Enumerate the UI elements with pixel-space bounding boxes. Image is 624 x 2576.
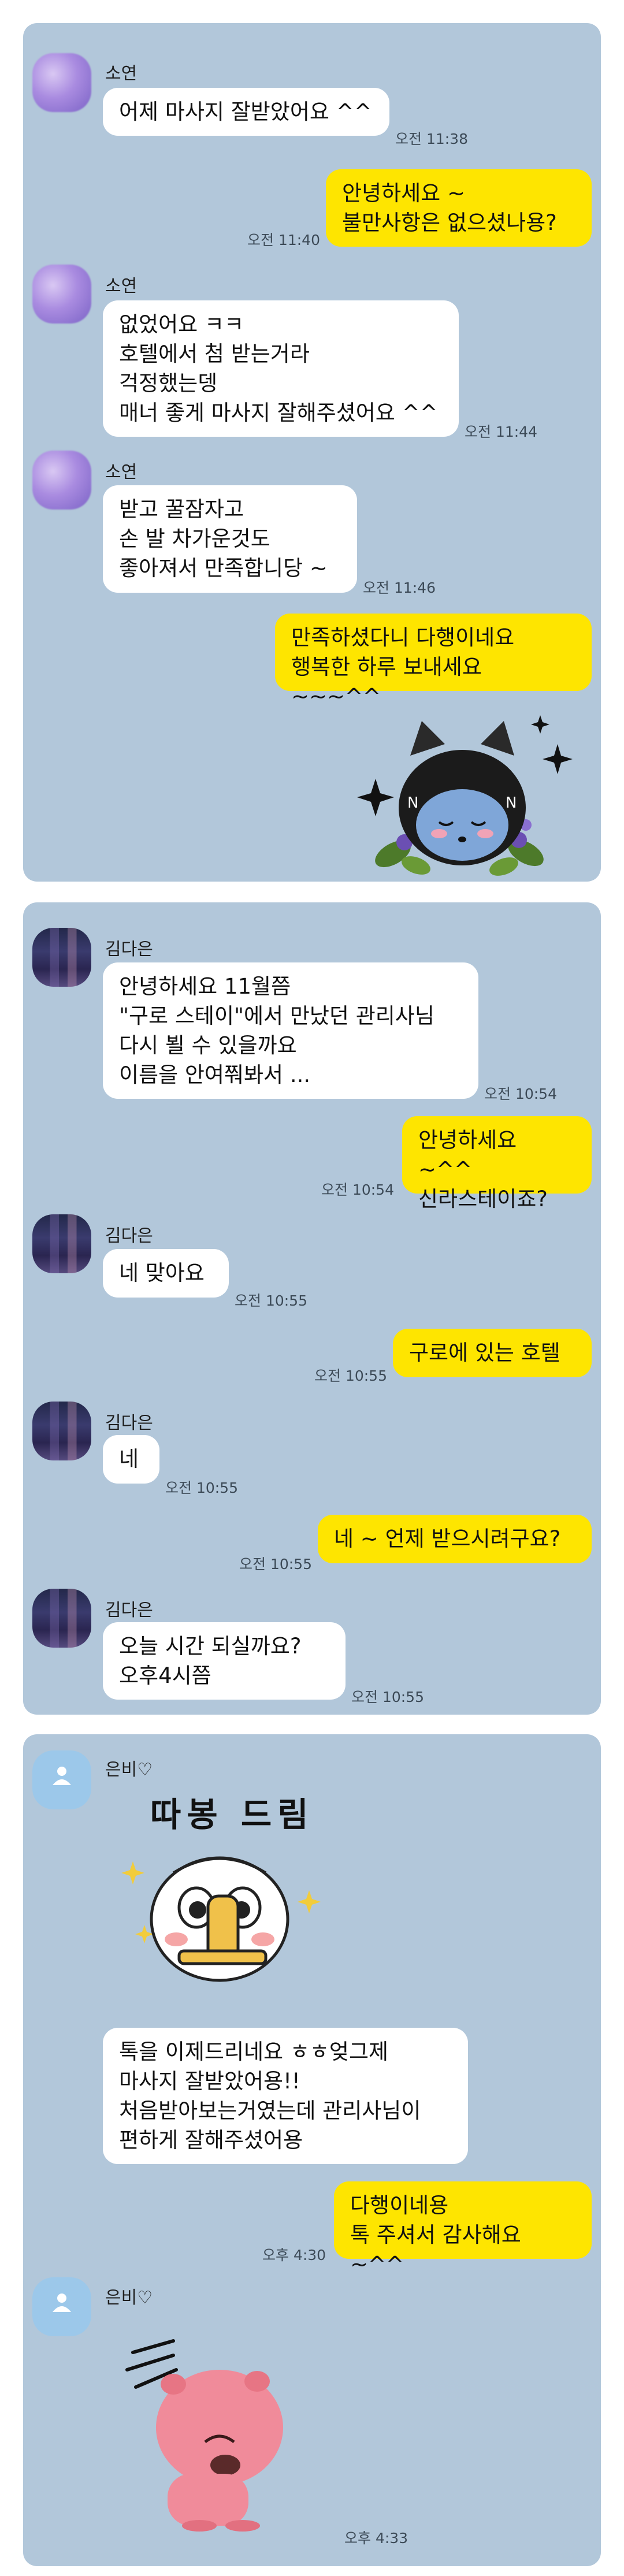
message-time: 오전 11:38 xyxy=(395,131,468,147)
message-bubble-incoming[interactable]: 받고 꿀잠자고 손 발 차가운것도 좋아져서 만족합니당 ~ xyxy=(103,485,357,593)
profile-avatar[interactable] xyxy=(32,265,91,324)
profile-avatar[interactable] xyxy=(32,1589,91,1648)
profile-avatar[interactable] xyxy=(32,1750,91,1809)
message-time: 오전 10:55 xyxy=(351,1689,424,1705)
sender-name: 소연 xyxy=(105,462,138,482)
message-time: 오후 4:30 xyxy=(262,2247,326,2263)
sender-name: 소연 xyxy=(105,64,138,84)
message-bubble-incoming[interactable]: 어제 마사지 잘받았어요 ^^ xyxy=(103,88,389,136)
message-time: 오전 10:55 xyxy=(165,1480,238,1496)
svg-text:N: N xyxy=(506,794,517,812)
message-time: 오전 11:46 xyxy=(363,579,436,596)
chat-panel-2: 김다은 안녕하세요 11월쯤 "구로 스테이"에서 만났던 관리사님 다시 뵐 … xyxy=(23,902,601,1715)
sender-name: 은비♡ xyxy=(105,1760,153,1780)
message-time: 오전 10:55 xyxy=(239,1556,312,1573)
beaver-icon xyxy=(156,2370,283,2532)
message-bubble-outgoing[interactable]: 안녕하세요 ~^^ 신라스테이죠? xyxy=(402,1116,592,1211)
sender-name: 김다은 xyxy=(105,1600,153,1620)
message-time: 오전 11:44 xyxy=(465,423,537,440)
person-icon xyxy=(53,1767,71,1785)
message-bubble-outgoing[interactable]: 다행이네용 톡 주셔서 감사해요 ~^^ xyxy=(334,2181,592,2277)
message-bubble-outgoing[interactable]: 네 ~ 언제 받으시려구요? xyxy=(318,1515,592,1563)
message-time: 오전 10:55 xyxy=(235,1292,307,1309)
message-time: 오전 10:54 xyxy=(321,1181,394,1198)
profile-avatar[interactable] xyxy=(32,928,91,987)
sender-name: 김다은 xyxy=(105,1226,153,1246)
message-bubble-incoming[interactable]: 네 맞아요 xyxy=(103,1249,229,1298)
sparkle-cat-sticker[interactable]: N N xyxy=(352,709,589,882)
cat-face-icon: N N xyxy=(399,721,526,865)
message-time: 오전 10:54 xyxy=(484,1086,557,1102)
message-bubble-incoming[interactable]: 톡을 이제드리네요 ㅎㅎ엊그제 마사지 잘받았어용!! 처음받아보는거였는데 관… xyxy=(103,2028,468,2164)
message-bubble-incoming[interactable]: 오늘 시간 되실까요? 오후4시쯤 xyxy=(103,1622,346,1700)
message-bubble-incoming[interactable]: 없었어요 ㅋㅋ 호텔에서 첨 받는거라 걱정했는뎅 매너 좋게 마사지 잘해주셨… xyxy=(103,300,459,437)
message-time: 오전 11:40 xyxy=(247,232,320,248)
message-time: 오후 4:33 xyxy=(344,2530,408,2547)
person-icon xyxy=(53,2294,71,2312)
sender-name: 김다은 xyxy=(105,1413,153,1433)
message-bubble-incoming[interactable]: 네 xyxy=(103,1435,159,1484)
sender-name: 소연 xyxy=(105,276,138,296)
sender-name: 은비♡ xyxy=(105,2288,153,2308)
thumbs-up-sticker[interactable] xyxy=(110,1838,329,1983)
chat-panel-1: 소연 어제 마사지 잘받았어요 ^^ 오전 11:38 안녕하세요 ~ 불만사항… xyxy=(23,23,601,882)
message-bubble-outgoing[interactable]: 안녕하세요 ~ 불만사항은 없으셨나용? xyxy=(326,169,592,247)
message-bubble-incoming[interactable]: 안녕하세요 11월쯤 "구로 스테이"에서 만났던 관리사님 다시 뵐 수 있을… xyxy=(103,962,478,1099)
profile-avatar[interactable] xyxy=(32,53,91,112)
pink-beaver-sticker[interactable] xyxy=(110,2329,329,2537)
profile-avatar[interactable] xyxy=(32,1402,91,1460)
profile-avatar[interactable] xyxy=(32,2277,91,2336)
profile-avatar[interactable] xyxy=(32,1214,91,1273)
message-time: 오전 10:55 xyxy=(314,1367,387,1384)
sender-name: 김다은 xyxy=(105,939,153,960)
svg-text:N: N xyxy=(407,794,418,812)
message-bubble-outgoing[interactable]: 구로에 있는 호텔 xyxy=(393,1329,592,1377)
profile-avatar[interactable] xyxy=(32,451,91,510)
chat-panel-3: 은비♡ 따봉 드림 톡을 이제드리네요 ㅎㅎ엊그제 마사지 잘받았어용!! 처음… xyxy=(23,1734,601,2566)
sticker-caption: 따봉 드림 xyxy=(150,1795,314,1834)
message-bubble-outgoing[interactable]: 만족하셨다니 다행이네요 행복한 하루 보내세요 ~~~^^ xyxy=(275,614,592,709)
